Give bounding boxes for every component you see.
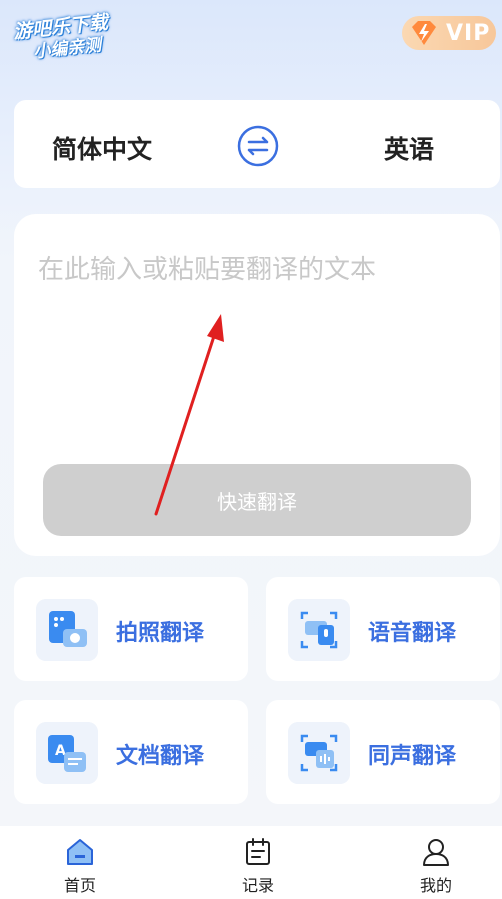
vip-button[interactable]: VIP: [402, 16, 496, 50]
user-icon: [423, 839, 449, 866]
quick-translate-button[interactable]: 快速翻译: [43, 464, 471, 536]
calendar-icon: [246, 838, 270, 865]
feature-label: 文档翻译: [116, 744, 205, 769]
microphone-icon: [288, 599, 350, 661]
source-language-button[interactable]: 简体中文: [52, 130, 152, 166]
home-icon: [67, 839, 93, 865]
feature-photo-translate[interactable]: 拍照翻译: [14, 577, 248, 681]
watermark-logo: 游吧乐下载 小编亲测: [12, 7, 156, 65]
feature-label: 同声翻译: [368, 744, 457, 769]
translation-input-card: 快速翻译: [14, 214, 500, 556]
swap-languages-icon[interactable]: [237, 125, 279, 167]
camera-icon: [36, 599, 98, 661]
nav-profile[interactable]: 我的: [396, 836, 476, 896]
feature-voice-translate[interactable]: 语音翻译: [266, 577, 500, 681]
nav-label: 首页: [63, 876, 96, 895]
bottom-navigation: 首页 记录 我的: [0, 826, 502, 899]
nav-label: 记录: [241, 876, 274, 895]
feature-label: 拍照翻译: [116, 621, 205, 646]
language-selector: 简体中文 英语: [14, 100, 500, 188]
simultaneous-icon: [288, 722, 350, 784]
document-icon: A: [36, 722, 98, 784]
diamond-lightning-icon: [412, 21, 436, 45]
nav-home[interactable]: 首页: [40, 836, 120, 896]
feature-document-translate[interactable]: A 文档翻译: [14, 700, 248, 804]
feature-label: 语音翻译: [368, 621, 457, 646]
nav-label: 我的: [419, 876, 452, 895]
feature-simultaneous-translate[interactable]: 同声翻译: [266, 700, 500, 804]
vip-label: VIP: [446, 20, 491, 46]
target-language-button[interactable]: 英语: [384, 130, 434, 166]
nav-records[interactable]: 记录: [218, 836, 298, 896]
translation-input[interactable]: [38, 252, 478, 372]
